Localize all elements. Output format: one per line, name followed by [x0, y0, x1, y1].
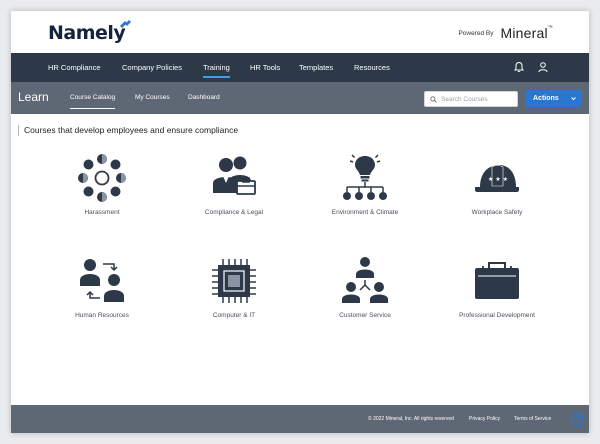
category-label: Customer Service	[339, 312, 391, 319]
svg-text:★ ★ ★: ★ ★ ★	[488, 176, 508, 183]
people-hierarchy-icon	[342, 257, 388, 303]
powered-by-label: Powered By	[458, 29, 494, 37]
category-computer-it[interactable]: Computer & IT	[169, 256, 299, 319]
category-label: Environment & Climate	[331, 209, 399, 216]
people-circle-icon	[78, 154, 126, 202]
category-label: Compliance & Legal	[204, 209, 264, 216]
category-environment-climate[interactable]: Environment & Climate	[300, 153, 430, 216]
footer: © 2022 Mineral, Inc. All rights reserved…	[11, 405, 589, 433]
category-human-resources[interactable]: Human Resources	[37, 256, 167, 319]
hard-hat-icon: ★ ★ ★	[475, 165, 519, 192]
briefcase-icon	[475, 262, 519, 299]
search-input[interactable]	[441, 95, 516, 103]
nav-templates[interactable]: Templates	[299, 53, 333, 82]
lightbulb-network-icon	[343, 154, 387, 200]
nav-company-policies[interactable]: Company Policies	[122, 53, 182, 82]
nav-training[interactable]: Training	[203, 53, 230, 82]
section-title: Learn	[18, 90, 49, 104]
help-icon[interactable]	[570, 412, 584, 426]
search-icon	[430, 95, 437, 103]
category-harassment[interactable]: Harassment	[37, 153, 167, 216]
category-workplace-safety[interactable]: ★ ★ ★ Workplace Safety	[432, 153, 562, 216]
actions-button[interactable]: Actions	[525, 90, 582, 107]
microchip-icon	[212, 259, 256, 303]
nav-hr-tools[interactable]: HR Tools	[250, 53, 280, 82]
category-label: Workplace Safety	[471, 209, 523, 216]
sub-nav: Learn Course Catalog My Courses Dashboar…	[11, 82, 589, 114]
brand-header: Namely Powered By Mineral™	[11, 11, 589, 53]
people-exchange-icon	[80, 259, 124, 302]
category-label: Human Resources	[75, 312, 129, 319]
category-label: Harassment	[84, 209, 120, 216]
tab-dashboard[interactable]: Dashboard	[188, 82, 220, 114]
actions-label: Actions	[533, 95, 559, 102]
bell-icon[interactable]	[513, 61, 525, 73]
privacy-policy-link[interactable]: Privacy Policy	[469, 416, 500, 422]
mineral-logo: Mineral™	[500, 25, 553, 41]
category-compliance-legal[interactable]: Compliance & Legal	[169, 153, 299, 216]
main-nav: HR Compliance Company Policies Training …	[11, 53, 589, 82]
page-heading: Courses that develop employees and ensur…	[18, 125, 238, 136]
namely-logo[interactable]: Namely	[48, 22, 126, 44]
nav-hr-compliance[interactable]: HR Compliance	[48, 53, 101, 82]
app-window: Namely Powered By Mineral™ HR Compliance…	[11, 11, 589, 433]
category-label: Computer & IT	[212, 312, 256, 319]
category-customer-service[interactable]: Customer Service	[300, 256, 430, 319]
category-professional-development[interactable]: Professional Development	[432, 256, 562, 319]
tab-my-courses[interactable]: My Courses	[135, 82, 170, 114]
terms-of-service-link[interactable]: Terms of Service	[514, 416, 551, 422]
copyright-text: © 2022 Mineral, Inc. All rights reserved	[368, 416, 454, 422]
category-label: Professional Development	[459, 312, 535, 319]
tab-course-catalog[interactable]: Course Catalog	[70, 82, 116, 114]
businesspeople-icon	[213, 156, 256, 195]
nav-resources[interactable]: Resources	[354, 53, 390, 82]
powered-by: Powered By Mineral™	[458, 25, 553, 41]
user-icon[interactable]	[537, 61, 549, 73]
chevron-down-icon	[571, 97, 576, 101]
logo-mark-icon	[120, 20, 131, 28]
search-box[interactable]	[424, 91, 518, 107]
